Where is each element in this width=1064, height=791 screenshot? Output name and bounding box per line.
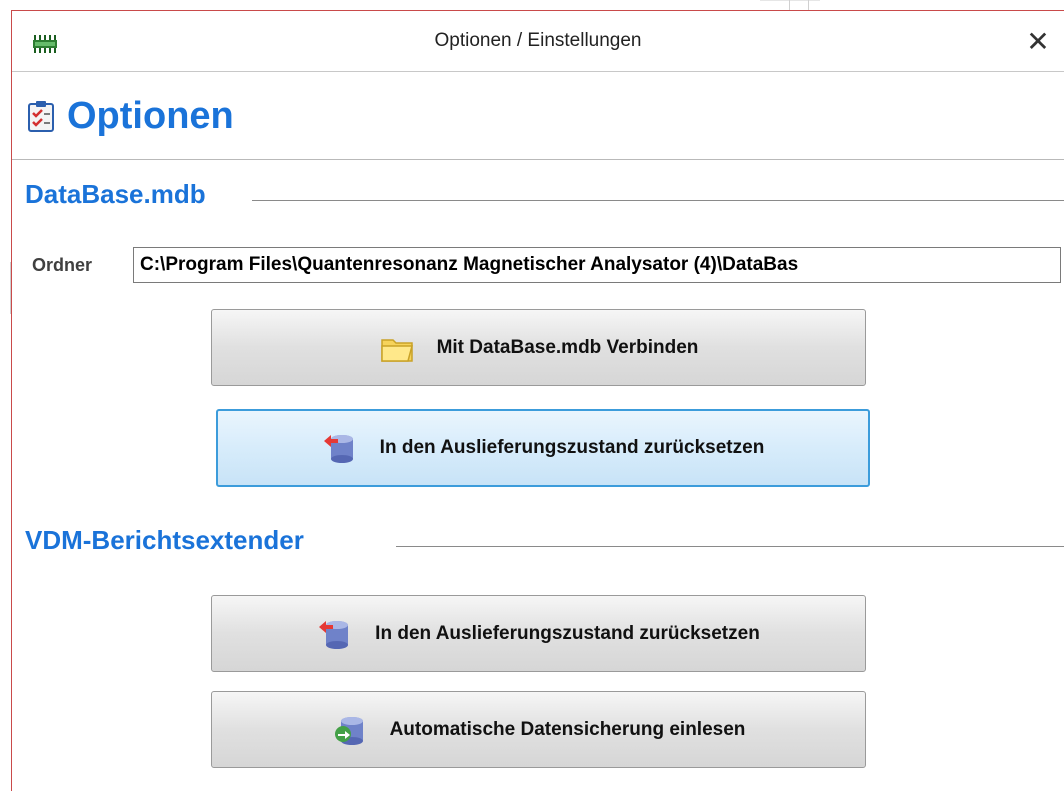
folder-path-field[interactable]: C:\Program Files\Quantenresonanz Magneti…	[133, 247, 1061, 283]
reset-vdm-button[interactable]: In den Auslieferungszustand zurücksetzen	[211, 595, 866, 672]
window-title: Optionen / Einstellungen	[434, 30, 642, 51]
connect-database-button[interactable]: Mit DataBase.mdb Verbinden	[211, 309, 866, 386]
section-title-vdm: VDM-Berichtsextender	[25, 525, 310, 556]
background-divider	[808, 0, 809, 10]
screen: Optionen / Einstellungen ✕ Optionen Data…	[0, 0, 1064, 791]
restore-backup-label: Automatische Datensicherung einlesen	[389, 718, 746, 740]
section-divider	[396, 546, 1064, 547]
close-icon: ✕	[1026, 26, 1050, 57]
database-restore-icon	[334, 716, 363, 745]
options-dialog: Optionen / Einstellungen ✕ Optionen Data…	[11, 10, 1064, 791]
checklist-icon	[28, 101, 54, 132]
database-reset-icon	[323, 435, 353, 463]
database-reset-icon	[319, 620, 349, 649]
background-window-edge	[0, 262, 11, 314]
close-button[interactable]: ✕	[1020, 24, 1056, 60]
folder-label: Ordner	[32, 255, 93, 275]
folder-path-value: C:\Program Files\Quantenresonanz Magneti…	[140, 254, 799, 275]
title-bar[interactable]: Optionen / Einstellungen ✕	[12, 11, 1064, 72]
reset-vdm-label: In den Auslieferungszustand zurücksetzen	[375, 622, 760, 644]
folder-icon	[380, 338, 413, 362]
restore-backup-button[interactable]: Automatische Datensicherung einlesen	[211, 691, 866, 768]
connect-database-label: Mit DataBase.mdb Verbinden	[436, 336, 699, 358]
header: Optionen	[12, 71, 1064, 160]
section-title-database: DataBase.mdb	[25, 179, 212, 210]
reset-database-label: In den Auslieferungszustand zurücksetzen	[379, 437, 765, 458]
background-divider	[789, 0, 790, 10]
reset-database-button[interactable]: In den Auslieferungszustand zurücksetzen	[216, 409, 870, 487]
section-divider	[252, 200, 1064, 201]
page-title: Optionen	[67, 95, 234, 137]
